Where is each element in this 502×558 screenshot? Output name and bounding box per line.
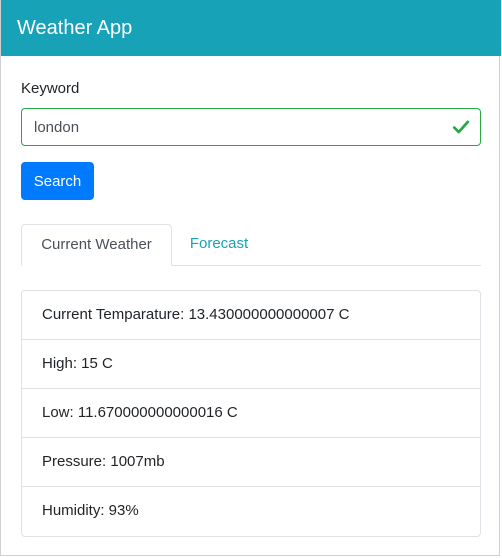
humidity-item: Humidity: 93% (42, 502, 139, 519)
tab-bar: Current Weather Forecast (21, 224, 481, 266)
pressure-item: Pressure: 1007mb (22, 438, 480, 487)
app-title: Weather App (17, 16, 133, 39)
high-temperature-item: High: 15 C (22, 340, 480, 389)
current-temperature-item: Current Temparature: 13.430000000000007 … (22, 291, 480, 340)
tab-current-weather[interactable]: Current Weather (21, 224, 172, 266)
app-window: Weather App Keyword Search Current Weath… (0, 0, 501, 556)
tab-forecast[interactable]: Forecast (173, 224, 265, 266)
low-temperature-item: Low: 11.670000000000016 C (22, 389, 480, 438)
current-weather-list: Current Temparature: 13.430000000000007 … (21, 290, 481, 537)
check-icon (452, 120, 470, 134)
keyword-input[interactable] (22, 109, 436, 145)
search-button[interactable]: Search (21, 162, 94, 200)
keyword-label: Keyword (21, 80, 80, 97)
navbar: Weather App (1, 0, 501, 56)
keyword-input-group (21, 108, 481, 146)
